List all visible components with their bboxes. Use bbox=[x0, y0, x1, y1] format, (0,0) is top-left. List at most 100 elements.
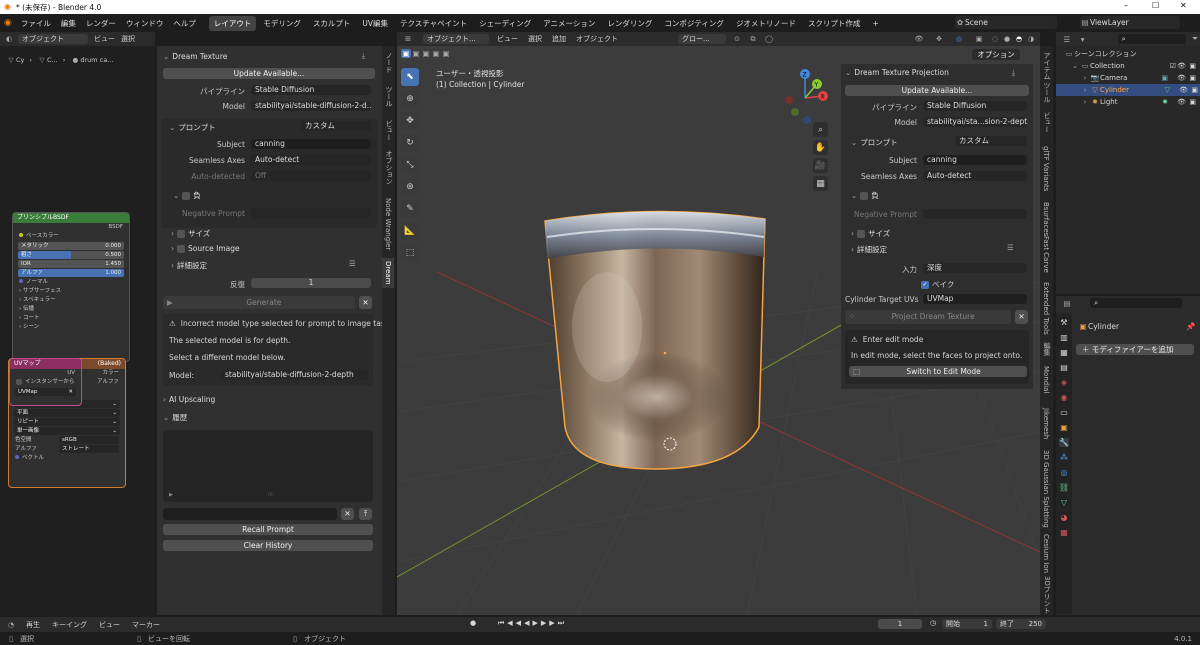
subsurface-panel[interactable]: › サブサーフェス bbox=[13, 287, 129, 296]
projection-pipeline-dropdown[interactable]: Stable Diffusion bbox=[923, 101, 1027, 111]
constraints-properties-icon[interactable]: ⛓ bbox=[1059, 483, 1069, 492]
ior-field[interactable]: IOR 1.450 bbox=[18, 260, 124, 268]
subject-field[interactable]: canning bbox=[251, 139, 371, 149]
tab-layout[interactable]: レイアウト bbox=[208, 15, 257, 31]
outliner-collection[interactable]: ⌄ ▭ Collection ☑ 👁 ▣ bbox=[1070, 60, 1198, 72]
outliner-camera[interactable]: › 📷 Camera ▣ 👁 ▣ bbox=[1080, 72, 1198, 84]
tab-dream[interactable]: Dream bbox=[382, 258, 394, 288]
transform-orientation-dropdown[interactable]: グロー... bbox=[678, 34, 726, 44]
viewport-menu-add[interactable]: 追加 bbox=[552, 34, 566, 44]
view-layer-properties-icon[interactable]: ▤ bbox=[1060, 363, 1068, 372]
menu-render[interactable]: レンダー bbox=[81, 18, 121, 29]
blender-menu-icon[interactable]: ◉ bbox=[0, 18, 16, 28]
scale-tool-icon[interactable]: ⤡ bbox=[401, 156, 419, 174]
viewport-menu-select[interactable]: 選択 bbox=[528, 34, 542, 44]
colorspace-value[interactable]: sRGB bbox=[59, 436, 119, 444]
alpha-mode-row[interactable]: アルファ ストレート bbox=[9, 445, 125, 454]
tab-item[interactable]: アイテム bbox=[1042, 52, 1052, 80]
world-properties-icon[interactable]: ◉ bbox=[1061, 393, 1068, 402]
projection-negative-header[interactable]: ⌄ 負 bbox=[851, 190, 879, 201]
project-dream-texture-button[interactable]: ⁘ Project Dream Texture bbox=[845, 310, 1011, 324]
history-list[interactable]: ▶ ⁞⁞⁞ bbox=[163, 430, 373, 502]
tab-3d-print[interactable]: 3Dプリント bbox=[1042, 576, 1052, 614]
tab-animation[interactable]: アニメーション bbox=[538, 16, 600, 31]
viewport-options-button[interactable]: オプション bbox=[972, 49, 1020, 60]
tab-jikemesh[interactable]: Jikemesh bbox=[1042, 408, 1050, 439]
switch-to-edit-mode-button[interactable]: ⬚ Switch to Edit Mode bbox=[849, 366, 1027, 377]
history-expand-icon[interactable]: ▶ bbox=[169, 492, 173, 498]
tab-edit[interactable]: 編集 bbox=[1042, 342, 1052, 356]
editor-type-icon[interactable]: ◐ bbox=[4, 35, 14, 43]
tab-view-right[interactable]: ビュー bbox=[1042, 112, 1052, 133]
tab-shading[interactable]: シェーディング bbox=[474, 16, 536, 31]
outliner-scene-collection[interactable]: ▭ シーンコレクション bbox=[1064, 48, 1137, 60]
projection-model-dropdown[interactable]: stabilityai/sta...sion-2-depth bbox=[923, 117, 1027, 127]
tab-mondial[interactable]: Mondial bbox=[1042, 366, 1050, 393]
snap-icon[interactable]: ⧉ bbox=[748, 35, 758, 44]
tab-node[interactable]: ノード bbox=[384, 52, 394, 73]
tab-gltf-variants[interactable]: glTF Variants bbox=[1042, 146, 1050, 191]
breadcrumb-mesh[interactable]: C... bbox=[47, 56, 58, 64]
menu-window[interactable]: ウィンドウ bbox=[121, 18, 169, 29]
camera-view-icon[interactable]: 🎥 bbox=[813, 158, 828, 173]
tool-properties-icon[interactable]: ⚒ bbox=[1060, 318, 1067, 327]
light-visibility-icon[interactable]: 👁 bbox=[1177, 96, 1186, 108]
model-select-dropdown[interactable]: stabilityai/stable-diffusion-2-depth bbox=[221, 370, 369, 380]
cylinder-target-uvs-field[interactable]: UVMap bbox=[923, 294, 1027, 304]
advanced-subpanel[interactable]: › 詳細設定 bbox=[171, 260, 207, 271]
timeline-menu-playback[interactable]: 再生 bbox=[26, 620, 40, 630]
collection-properties-icon[interactable]: ▭ bbox=[1060, 408, 1068, 417]
collection-camera-icon[interactable]: ▣ bbox=[1189, 60, 1196, 72]
cylinder-render-icon[interactable]: ▣ bbox=[1191, 84, 1198, 96]
minimize-button[interactable]: – bbox=[1124, 1, 1128, 10]
select-subtract-icon[interactable]: ▣ bbox=[421, 49, 431, 58]
gizmo-icon[interactable]: ✥ bbox=[934, 35, 944, 43]
light-render-icon[interactable]: ▣ bbox=[1189, 96, 1196, 108]
projection-dropdown[interactable]: 平面 ⌄ bbox=[14, 409, 120, 417]
maximize-button[interactable]: ☐ bbox=[1152, 1, 1159, 10]
viewport-editor-type-icon[interactable]: ⊞ bbox=[403, 35, 413, 43]
record-icon[interactable]: ● bbox=[470, 619, 476, 627]
current-frame-field[interactable]: 1 bbox=[878, 619, 922, 629]
select-invert-icon[interactable]: ▣ bbox=[431, 49, 441, 58]
tab-tool[interactable]: ツール bbox=[384, 86, 394, 107]
tab-bsurfaces[interactable]: Bsurfaces bbox=[1042, 202, 1050, 236]
tab-rendering[interactable]: レンダリング bbox=[602, 16, 657, 31]
object-properties-icon[interactable]: ▣ bbox=[1060, 423, 1068, 432]
update-available-button[interactable]: Update Available... bbox=[163, 68, 375, 79]
prompt-preset-dropdown[interactable]: カスタム bbox=[301, 121, 371, 131]
clock-icon[interactable]: ◷ bbox=[930, 619, 936, 627]
size-subpanel[interactable]: › サイズ bbox=[171, 228, 210, 239]
uv-map-node[interactable]: UVマップ UV インスタンサーから UVMap ✕ bbox=[9, 358, 82, 406]
3d-viewport[interactable]: ⊞ オブジェクト... ビュー 選択 追加 オブジェクト グロー... ⊙ ⧉ … bbox=[397, 32, 1040, 615]
tab-geometry-nodes[interactable]: ジオメトリノード bbox=[731, 16, 801, 31]
shading-solid-icon[interactable]: ● bbox=[1002, 35, 1012, 43]
start-frame-field[interactable]: 開始 1 bbox=[942, 619, 992, 629]
rotate-tool-icon[interactable]: ↻ bbox=[401, 134, 419, 152]
tab-extended-tools[interactable]: Extended Tools bbox=[1042, 282, 1050, 335]
camera-render-icon[interactable]: ▣ bbox=[1189, 72, 1196, 84]
cylinder-visibility-icon[interactable]: 👁 bbox=[1179, 84, 1188, 96]
scene-selector[interactable]: ✿ Scene bbox=[955, 16, 1057, 29]
visibility-icon[interactable]: 👁 bbox=[914, 35, 924, 43]
physics-properties-icon[interactable]: ◎ bbox=[1061, 468, 1068, 477]
projection-negative-prompt-field[interactable] bbox=[923, 209, 1027, 219]
metallic-field[interactable]: メタリック 0.000 bbox=[18, 242, 124, 250]
annotate-tool-icon[interactable]: ✎ bbox=[401, 200, 419, 218]
tab-modeling[interactable]: モデリング bbox=[258, 16, 306, 31]
history-resize-handle[interactable]: ⁞⁞⁞ bbox=[268, 492, 273, 498]
timeline-editor-icon[interactable]: ◔ bbox=[6, 621, 16, 629]
scene-properties-icon[interactable]: ◈ bbox=[1061, 378, 1067, 387]
model-dropdown[interactable]: stabilityai/stable-diffusion-2-d... bbox=[251, 101, 371, 111]
cursor-tool-icon[interactable]: ⊕ bbox=[401, 90, 419, 108]
projection-advanced-header[interactable]: › 詳細設定 bbox=[851, 244, 887, 255]
add-cube-tool-icon[interactable]: ⬚ bbox=[401, 244, 419, 262]
cancel-generate-button[interactable]: ✕ bbox=[359, 296, 372, 309]
projection-download-icon[interactable]: ⤓ bbox=[1012, 68, 1015, 78]
collection-checkbox[interactable]: ☑ bbox=[1170, 60, 1176, 72]
pan-hand-icon[interactable]: ✋ bbox=[813, 140, 828, 155]
xray-icon[interactable]: ▣ bbox=[974, 35, 984, 43]
zoom-icon[interactable]: ⌕ bbox=[813, 122, 828, 137]
measure-tool-icon[interactable]: 📐 bbox=[401, 222, 419, 240]
add-workspace-button[interactable]: + bbox=[867, 17, 883, 30]
